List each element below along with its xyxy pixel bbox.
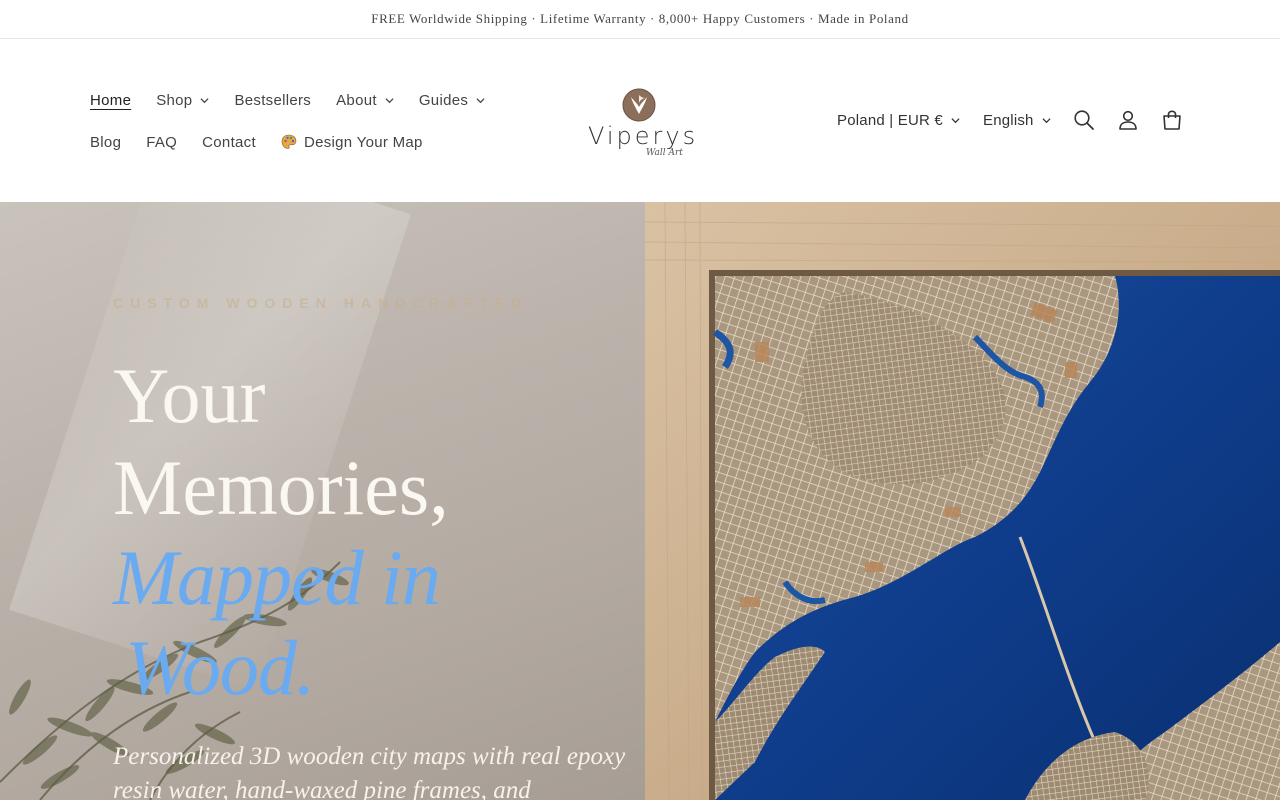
announcement-bar: FREE Worldwide Shipping · Lifetime Warra… (0, 0, 1280, 39)
hero-text-panel: CUSTOM WOODEN HANDCRAFTED Your Memories,… (0, 202, 645, 800)
main-nav-row-1: Home Shop Bestsellers About Guides (90, 90, 510, 110)
hero-product-image (644, 202, 1280, 800)
chevron-down-icon (1042, 116, 1051, 125)
chevron-down-icon (951, 116, 960, 125)
wooden-map-image (644, 202, 1280, 800)
nav-shop[interactable]: Shop (156, 90, 209, 110)
country-currency-selector[interactable]: Poland | EUR € (837, 112, 960, 129)
announcement-text: FREE Worldwide Shipping · Lifetime Warra… (371, 11, 909, 26)
hero-banner: CUSTOM WOODEN HANDCRAFTED Your Memories,… (0, 202, 1280, 800)
nav-faq[interactable]: FAQ (146, 132, 177, 152)
account-icon[interactable] (1117, 109, 1139, 131)
nav-about[interactable]: About (336, 90, 394, 110)
hero-headline-line-2: Memories, (113, 444, 449, 531)
chevron-down-icon (476, 96, 485, 105)
site-header: Home Shop Bestsellers About Guides Blog … (0, 39, 1280, 202)
nav-home[interactable]: Home (90, 90, 131, 110)
nav-blog[interactable]: Blog (90, 132, 121, 152)
chevron-down-icon (385, 96, 394, 105)
site-logo[interactable]: Viperys Wall Art (588, 88, 699, 162)
palette-icon (281, 134, 297, 150)
hero-headline-line-1: Your (113, 352, 266, 439)
hero-headline-line-3: Mapped in (113, 534, 441, 621)
search-icon[interactable] (1073, 109, 1095, 131)
logo-subtitle: Wall Art (646, 148, 683, 158)
nav-bestsellers[interactable]: Bestsellers (234, 90, 311, 110)
chevron-down-icon (200, 96, 209, 105)
hero-headline-line-4: Wood. (125, 624, 315, 711)
logo-mark-icon (622, 88, 656, 122)
nav-guides[interactable]: Guides (419, 90, 485, 110)
nav-contact[interactable]: Contact (202, 132, 256, 152)
main-nav-row-2: Blog FAQ Contact Design Your Map (90, 132, 448, 152)
cart-icon[interactable] (1161, 109, 1183, 131)
language-selector[interactable]: English (983, 112, 1051, 129)
logo-wordmark: Viperys (588, 122, 699, 150)
hero-eyebrow: CUSTOM WOODEN HANDCRAFTED (113, 295, 529, 311)
nav-design-your-map[interactable]: Design Your Map (281, 132, 423, 152)
hero-subtitle: Personalized 3D wooden city maps with re… (113, 743, 626, 800)
